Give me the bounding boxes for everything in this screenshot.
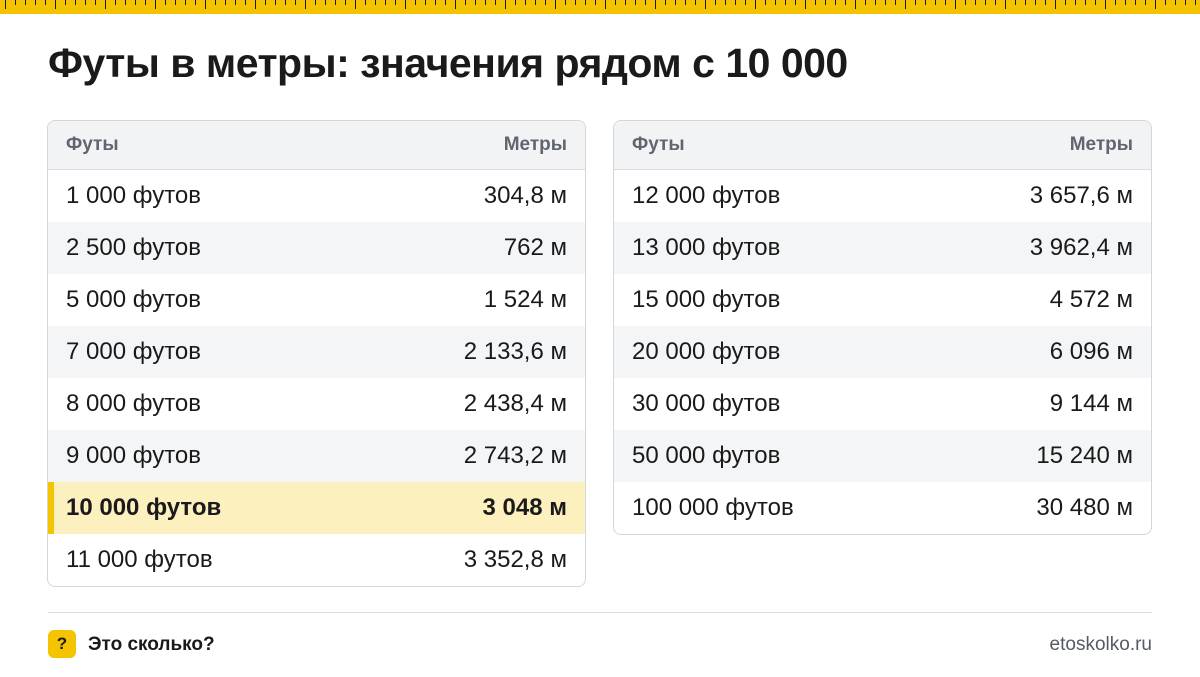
meters-cell: 3 048 м bbox=[482, 494, 567, 521]
site-url-link[interactable]: etoskolko.ru bbox=[1050, 634, 1152, 656]
meters-cell: 3 962,4 м bbox=[1029, 234, 1133, 261]
table-row-highlighted: 10 000 футов 3 048 м bbox=[48, 482, 585, 534]
table-row: 9 000 футов 2 743,2 м bbox=[48, 430, 585, 482]
feet-cell: 15 000 футов bbox=[632, 286, 781, 313]
meters-cell: 762 м bbox=[503, 234, 567, 261]
feet-cell: 13 000 футов bbox=[632, 234, 781, 261]
table-row: 5 000 футов 1 524 м bbox=[48, 274, 585, 326]
table-row: 12 000 футов 3 657,6 м bbox=[614, 170, 1151, 222]
meters-cell: 6 096 м bbox=[1049, 338, 1133, 365]
meters-cell: 9 144 м bbox=[1049, 390, 1133, 417]
brand-badge-glyph: ? bbox=[56, 634, 68, 653]
footer-divider bbox=[48, 612, 1152, 613]
brand-name-link[interactable]: Это сколько? bbox=[88, 634, 215, 656]
table-row: 100 000 футов 30 480 м bbox=[614, 482, 1151, 534]
brand-question-icon: ? bbox=[48, 630, 76, 658]
table-row: 30 000 футов 9 144 м bbox=[614, 378, 1151, 430]
table-row: 13 000 футов 3 962,4 м bbox=[614, 222, 1151, 274]
feet-cell: 10 000 футов bbox=[66, 494, 222, 521]
table-header: Футы Метры bbox=[48, 121, 585, 170]
feet-cell: 5 000 футов bbox=[66, 286, 202, 313]
column-header-meters: Метры bbox=[1069, 134, 1133, 155]
feet-cell: 50 000 футов bbox=[632, 442, 781, 469]
table-row: 7 000 футов 2 133,6 м bbox=[48, 326, 585, 378]
meters-cell: 2 438,4 м bbox=[463, 390, 567, 417]
column-header-feet: Футы bbox=[632, 134, 685, 155]
page-title: Футы в метры: значения рядом с 10 000 bbox=[48, 40, 848, 86]
table-row: 2 500 футов 762 м bbox=[48, 222, 585, 274]
meters-cell: 2 133,6 м bbox=[463, 338, 567, 365]
meters-cell: 1 524 м bbox=[483, 286, 567, 313]
meters-cell: 3 352,8 м bbox=[463, 546, 567, 573]
feet-cell: 1 000 футов bbox=[66, 182, 202, 209]
conversion-table-right: Футы Метры 12 000 футов 3 657,6 м 13 000… bbox=[613, 120, 1152, 535]
feet-cell: 12 000 футов bbox=[632, 182, 781, 209]
table-row: 50 000 футов 15 240 м bbox=[614, 430, 1151, 482]
meters-cell: 2 743,2 м bbox=[463, 442, 567, 469]
feet-cell: 7 000 футов bbox=[66, 338, 202, 365]
feet-cell: 100 000 футов bbox=[632, 494, 794, 521]
feet-cell: 20 000 футов bbox=[632, 338, 781, 365]
feet-cell: 8 000 футов bbox=[66, 390, 202, 417]
table-header: Футы Метры bbox=[614, 121, 1151, 170]
table-row: 15 000 футов 4 572 м bbox=[614, 274, 1151, 326]
meters-cell: 30 480 м bbox=[1036, 494, 1133, 521]
meters-cell: 4 572 м bbox=[1049, 286, 1133, 313]
feet-cell: 11 000 футов bbox=[66, 546, 213, 573]
feet-cell: 9 000 футов bbox=[66, 442, 202, 469]
table-row: 8 000 футов 2 438,4 м bbox=[48, 378, 585, 430]
table-row: 20 000 футов 6 096 м bbox=[614, 326, 1151, 378]
column-header-feet: Футы bbox=[66, 134, 119, 155]
column-header-meters: Метры bbox=[503, 134, 567, 155]
table-row: 11 000 футов 3 352,8 м bbox=[48, 534, 585, 586]
conversion-table-left: Футы Метры 1 000 футов 304,8 м 2 500 фут… bbox=[47, 120, 586, 587]
ruler-decoration bbox=[0, 0, 1200, 14]
feet-cell: 2 500 футов bbox=[66, 234, 202, 261]
meters-cell: 15 240 м bbox=[1036, 442, 1133, 469]
table-row: 1 000 футов 304,8 м bbox=[48, 170, 585, 222]
meters-cell: 304,8 м bbox=[483, 182, 567, 209]
meters-cell: 3 657,6 м bbox=[1029, 182, 1133, 209]
feet-cell: 30 000 футов bbox=[632, 390, 781, 417]
